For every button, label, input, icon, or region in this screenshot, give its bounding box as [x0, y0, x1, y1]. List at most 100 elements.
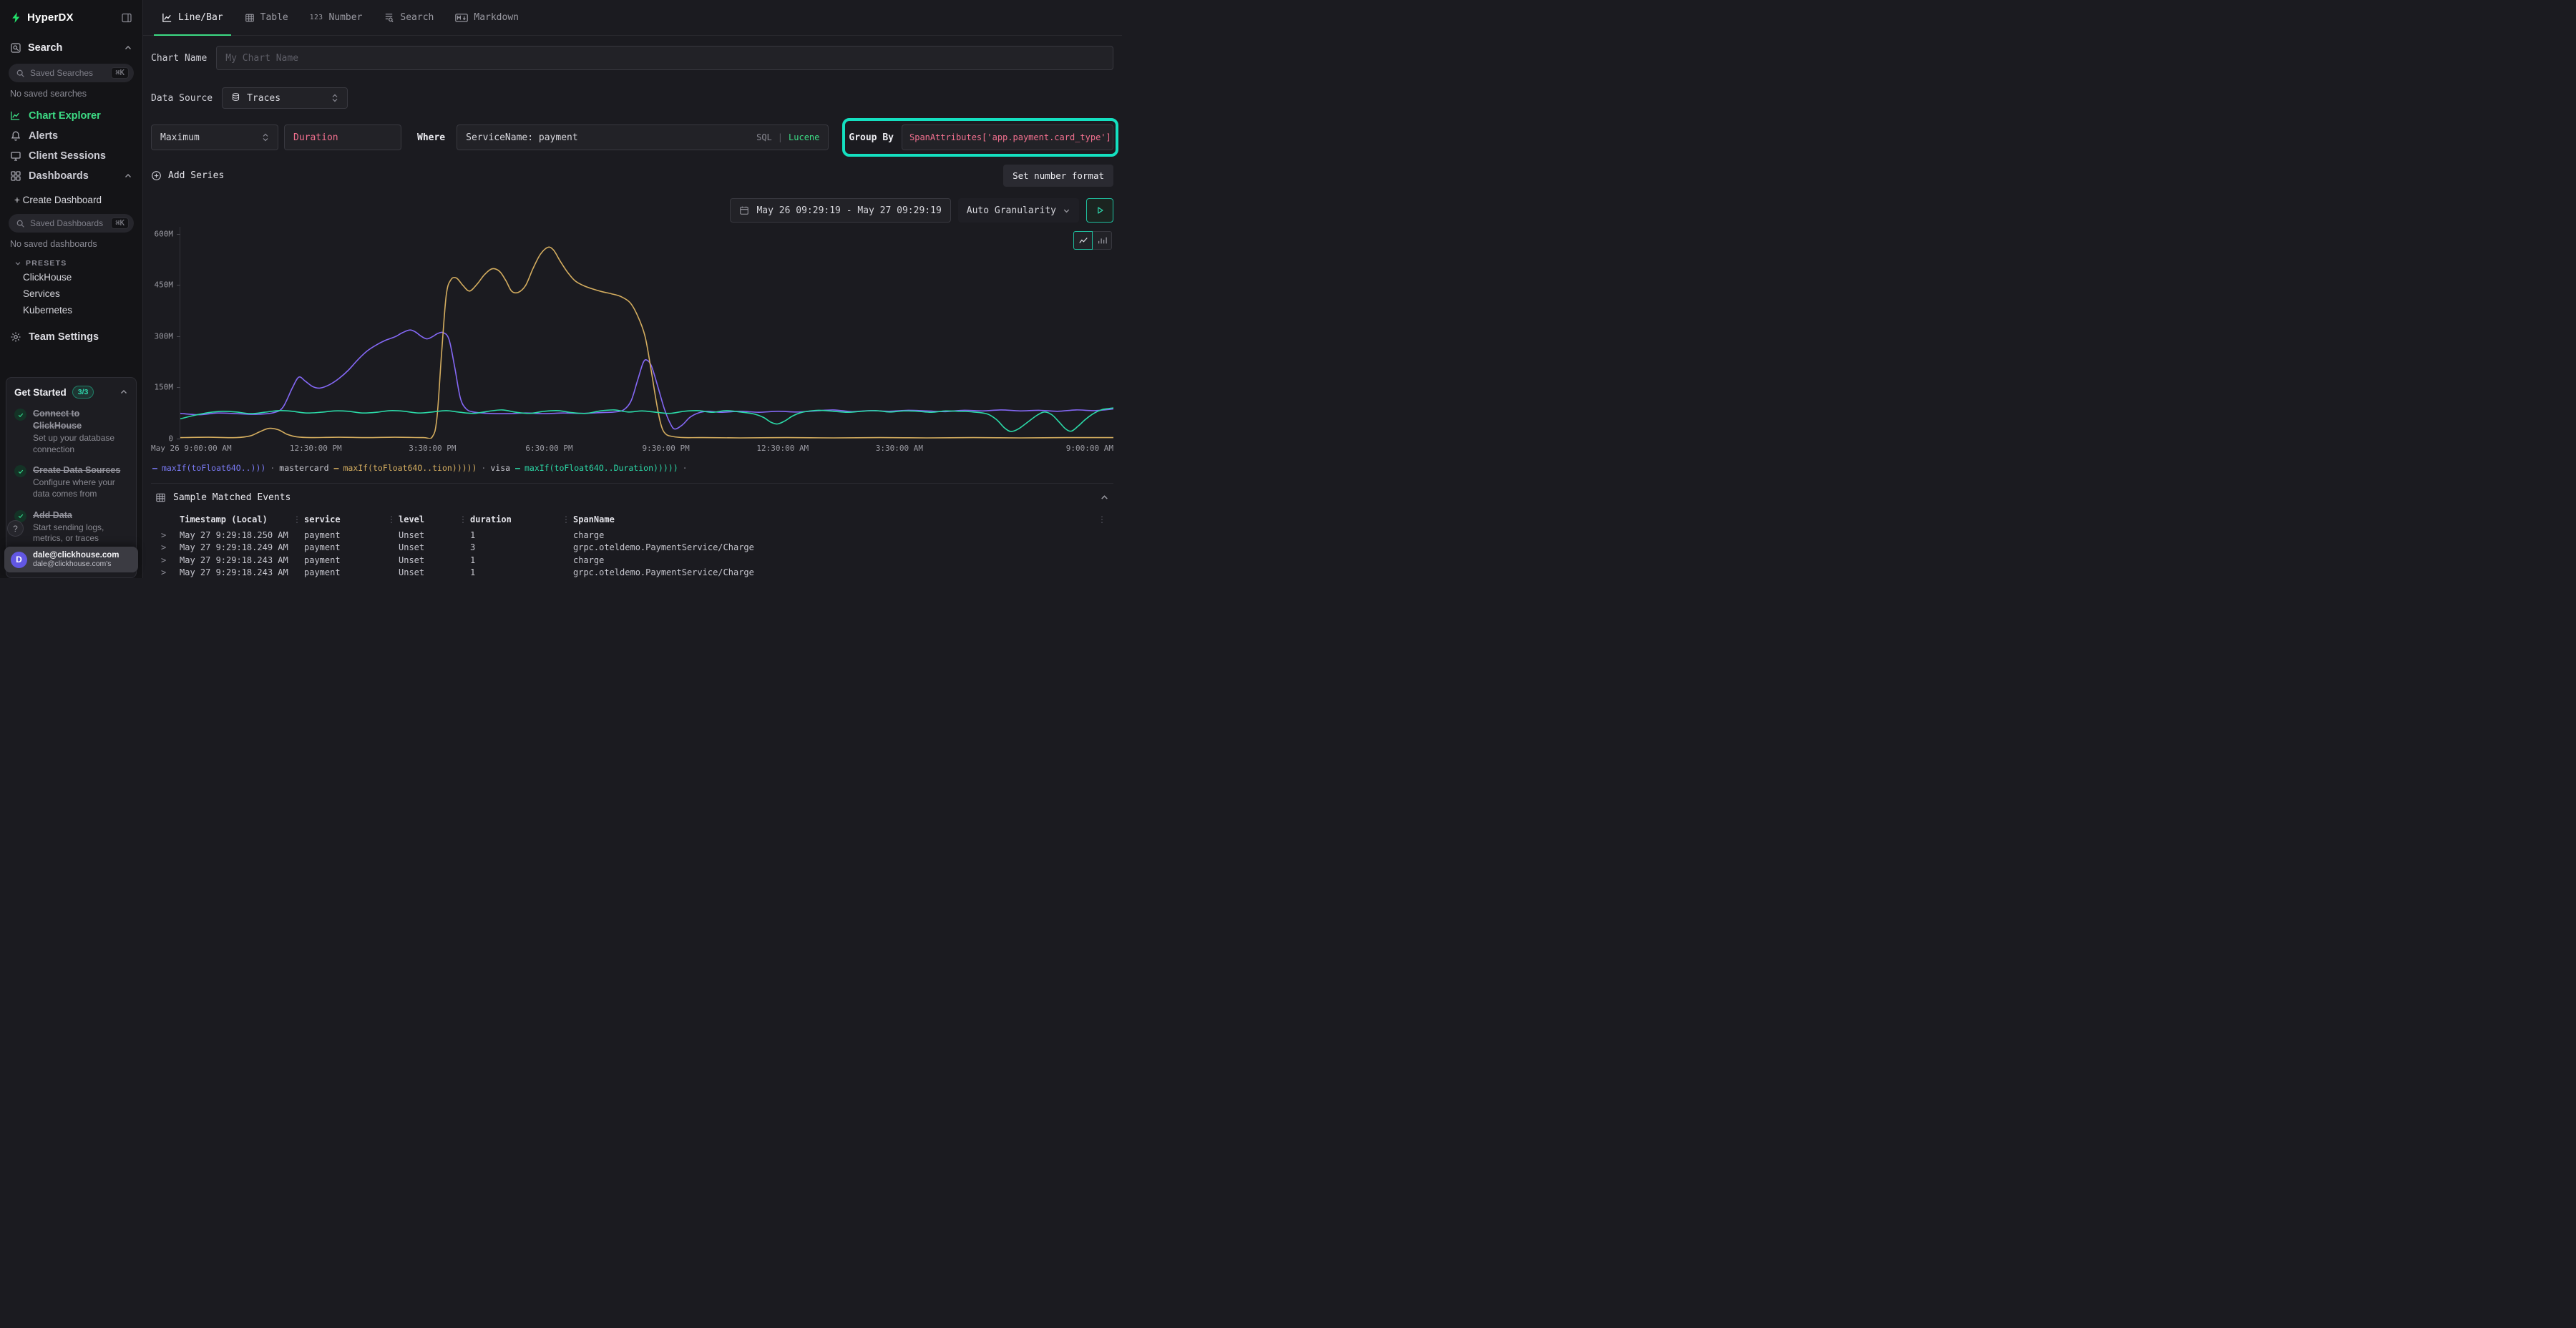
sidebar-section-search[interactable]: Search: [0, 28, 142, 55]
column-header-service[interactable]: service: [304, 514, 387, 524]
y-tick-label: 450M: [155, 280, 174, 290]
cell-service: payment: [304, 567, 387, 577]
chart-line-icon: [10, 110, 21, 122]
bar-chart-toggle[interactable]: [1093, 231, 1112, 250]
column-menu-icon[interactable]: ⋮: [562, 514, 573, 524]
sidebar-item-label: Client Sessions: [29, 150, 106, 162]
preset-item-services[interactable]: Services: [0, 285, 142, 302]
preset-item-kubernetes[interactable]: Kubernetes: [0, 302, 142, 318]
sidebar-item-dashboards[interactable]: Dashboards: [0, 166, 142, 186]
grid-icon: [10, 170, 21, 182]
kbd-shortcut: ⌘K: [111, 67, 129, 79]
legend-separator: ·: [683, 463, 688, 473]
cell-timestamp-local: May 27 9:29:18.243 AM: [180, 567, 293, 577]
saved-dashboards-input[interactable]: Saved Dashboards ⌘K: [9, 214, 134, 233]
x-tick-label: 9:00:00 AM: [1066, 444, 1113, 453]
checklist-item-connect-to-clickhouse[interactable]: Connect to ClickHouseSet up your databas…: [14, 408, 128, 455]
plot-area[interactable]: [180, 227, 1113, 439]
column-header-timestamp-local[interactable]: Timestamp (Local): [180, 514, 293, 524]
checklist-title: Add Data: [33, 509, 128, 521]
cell-duration: 1: [470, 555, 562, 565]
sidebar: HyperDX Search Saved Searches ⌘K No save…: [0, 0, 143, 578]
row-expand-icon[interactable]: >: [161, 530, 180, 540]
column-menu-icon[interactable]: ⋮: [1098, 514, 1113, 524]
date-range-value: May 26 09:29:19 - May 27 09:29:19: [756, 205, 941, 216]
add-series-button[interactable]: Add Series: [151, 170, 224, 181]
sidebar-collapse-icon[interactable]: [121, 12, 132, 24]
check-circle-icon: [14, 409, 26, 421]
cell-spanname: charge: [573, 530, 1098, 540]
table-row[interactable]: >May 27 9:29:18.250 AMpaymentUnset1charg…: [151, 529, 1113, 542]
legend-expression: maxIf(toFloat64O..))): [162, 463, 265, 473]
column-header-level[interactable]: level: [399, 514, 459, 524]
aggregation-select[interactable]: Maximum: [151, 125, 278, 150]
saved-searches-input[interactable]: Saved Searches ⌘K: [9, 64, 134, 82]
where-input[interactable]: ServiceName: payment SQL | Lucene: [457, 125, 829, 150]
y-tick-label: 150M: [155, 383, 174, 392]
column-menu-icon[interactable]: ⋮: [387, 514, 399, 524]
cell-service: payment: [304, 530, 387, 540]
get-started-header[interactable]: Get Started 3/3: [14, 386, 128, 399]
checklist-desc: Set up your database connection: [33, 433, 128, 455]
sidebar-item-label: Alerts: [29, 130, 58, 142]
tab-search[interactable]: Search: [374, 0, 444, 35]
group-by-input[interactable]: SpanAttributes['app.payment.card_type']: [902, 125, 1113, 150]
cell-service: payment: [304, 555, 387, 565]
checklist-item-add-data[interactable]: Add DataStart sending logs, metrics, or …: [14, 509, 128, 545]
table-row[interactable]: >May 27 9:29:18.249 AMpaymentUnset3grpc.…: [151, 542, 1113, 555]
cell-timestamp-local: May 27 9:29:18.243 AM: [180, 555, 293, 565]
checklist-title: Connect to ClickHouse: [33, 408, 128, 431]
run-query-button[interactable]: [1086, 198, 1113, 223]
checklist-item-create-data-sources[interactable]: Create Data SourcesConfigure where your …: [14, 464, 128, 499]
preset-item-clickhouse[interactable]: ClickHouse: [0, 269, 142, 285]
sidebar-item-alerts[interactable]: Alerts: [0, 126, 142, 146]
field-input[interactable]: Duration: [284, 125, 401, 150]
legend-item[interactable]: —maxIf(toFloat64O..tion)))))·visa: [334, 463, 511, 473]
sql-toggle[interactable]: SQL: [756, 132, 772, 142]
row-expand-icon[interactable]: >: [161, 567, 180, 577]
legend-item[interactable]: —maxIf(toFloat64O..)))·mastercard: [152, 463, 329, 473]
set-number-format-button[interactable]: Set number format: [1003, 165, 1113, 187]
presets-toggle[interactable]: PRESETS: [0, 249, 142, 269]
gear-icon: [10, 331, 21, 343]
data-source-select[interactable]: Traces: [222, 87, 348, 109]
row-expand-icon[interactable]: >: [161, 555, 180, 565]
user-menu[interactable]: D dale@clickhouse.com dale@clickhouse.co…: [4, 547, 138, 572]
help-button[interactable]: ?: [7, 520, 24, 537]
legend-group-label: mastercard: [279, 463, 328, 473]
where-label: Where: [417, 132, 445, 143]
tab-number[interactable]: 123Number: [300, 0, 373, 35]
create-dashboard-button[interactable]: + Create Dashboard: [0, 186, 142, 205]
table-row[interactable]: >May 27 9:29:18.243 AMpaymentUnset1charg…: [151, 554, 1113, 567]
chart-name-input[interactable]: My Chart Name: [216, 46, 1113, 70]
group-by-label: Group By: [849, 132, 894, 143]
date-range-picker[interactable]: May 26 09:29:19 - May 27 09:29:19: [730, 198, 950, 223]
sidebar-item-client-sessions[interactable]: Client Sessions: [0, 146, 142, 166]
events-title: Sample Matched Events: [173, 492, 291, 503]
column-header-duration[interactable]: duration: [470, 514, 562, 524]
sidebar-item-chart-explorer[interactable]: Chart Explorer: [0, 106, 142, 126]
column-menu-icon[interactable]: ⋮: [459, 514, 470, 524]
tab-table[interactable]: Table: [235, 0, 298, 35]
chart-line-icon: [162, 12, 172, 23]
collapse-events-icon[interactable]: [1100, 493, 1109, 502]
markdown-icon: [455, 14, 468, 22]
chart-type-tabs: Line/BarTable123NumberSearchMarkdown: [143, 0, 1122, 36]
sidebar-item-team-settings[interactable]: Team Settings: [0, 318, 142, 350]
tab-line-bar[interactable]: Line/Bar: [152, 0, 233, 35]
play-icon: [1095, 205, 1105, 215]
y-tick-label: 300M: [155, 331, 174, 341]
column-header-spanname[interactable]: SpanName: [573, 514, 1098, 524]
table-row[interactable]: >May 27 9:29:18.243 AMpaymentUnset1grpc.…: [151, 567, 1113, 580]
granularity-select[interactable]: Auto Granularity: [958, 198, 1079, 223]
column-menu-icon[interactable]: ⋮: [293, 514, 304, 524]
cell-spanname: grpc.oteldemo.PaymentService/Charge: [573, 567, 1098, 577]
lucene-toggle[interactable]: Lucene: [789, 132, 819, 142]
legend-item[interactable]: —maxIf(toFloat64O..Duration)))))·: [515, 463, 688, 473]
chart-legend: —maxIf(toFloat64O..)))·mastercard —maxIf(…: [152, 463, 1113, 473]
get-started-checklist: Connect to ClickHouseSet up your databas…: [14, 408, 128, 545]
line-chart-toggle[interactable]: [1073, 231, 1093, 250]
row-expand-icon[interactable]: >: [161, 542, 180, 552]
search-icon: [16, 69, 25, 78]
tab-markdown[interactable]: Markdown: [445, 0, 529, 35]
